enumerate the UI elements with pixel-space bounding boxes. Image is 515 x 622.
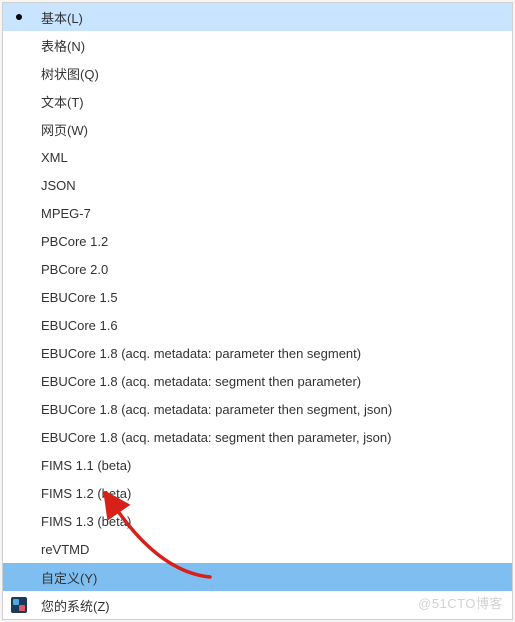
menu-item-label: PBCore 2.0	[35, 262, 108, 277]
system-icon	[3, 597, 35, 613]
menu-item-3[interactable]: 文本(T)	[3, 87, 512, 115]
menu-item-label: reVTMD	[35, 542, 89, 557]
menu-item-16[interactable]: FIMS 1.1 (beta)	[3, 451, 512, 479]
menu-item-17[interactable]: FIMS 1.2 (beta)	[3, 479, 512, 507]
menu-item-11[interactable]: EBUCore 1.6	[3, 311, 512, 339]
menu-item-9[interactable]: PBCore 2.0	[3, 255, 512, 283]
menu-item-label: 自定义(Y)	[35, 568, 97, 587]
menu-item-19[interactable]: reVTMD	[3, 535, 512, 563]
menu-item-label: EBUCore 1.5	[35, 290, 118, 305]
menu-item-18[interactable]: FIMS 1.3 (beta)	[3, 507, 512, 535]
menu-item-label: 表格(N)	[35, 36, 85, 55]
menu-item-5[interactable]: XML	[3, 143, 512, 171]
menu-item-2[interactable]: 树状图(Q)	[3, 59, 512, 87]
menu-item-label: JSON	[35, 178, 76, 193]
menu-item-20[interactable]: 自定义(Y)	[3, 563, 512, 591]
menu-item-10[interactable]: EBUCore 1.5	[3, 283, 512, 311]
menu-item-label: 您的系统(Z)	[35, 596, 110, 615]
menu-item-label: PBCore 1.2	[35, 234, 108, 249]
menu-item-label: FIMS 1.3 (beta)	[35, 514, 131, 529]
menu-item-0[interactable]: 基本(L)	[3, 3, 512, 31]
bullet-icon	[3, 14, 35, 20]
menu-item-label: MPEG-7	[35, 206, 91, 221]
menu-item-12[interactable]: EBUCore 1.8 (acq. metadata: parameter th…	[3, 339, 512, 367]
menu-item-label: EBUCore 1.6	[35, 318, 118, 333]
menu-item-label: EBUCore 1.8 (acq. metadata: parameter th…	[35, 402, 392, 417]
menu-item-6[interactable]: JSON	[3, 171, 512, 199]
menu-item-15[interactable]: EBUCore 1.8 (acq. metadata: segment then…	[3, 423, 512, 451]
menu-item-label: EBUCore 1.8 (acq. metadata: segment then…	[35, 430, 391, 445]
menu-item-8[interactable]: PBCore 1.2	[3, 227, 512, 255]
menu-item-21[interactable]: 您的系统(Z)	[3, 591, 512, 619]
menu-item-label: 树状图(Q)	[35, 64, 99, 83]
menu-item-label: XML	[35, 150, 68, 165]
menu-item-4[interactable]: 网页(W)	[3, 115, 512, 143]
dropdown-menu: 基本(L) 表格(N) 树状图(Q) 文本(T) 网页(W) XML JSON MPEG-7 P…	[2, 2, 513, 620]
menu-item-14[interactable]: EBUCore 1.8 (acq. metadata: parameter th…	[3, 395, 512, 423]
menu-item-label: FIMS 1.1 (beta)	[35, 458, 131, 473]
menu-item-label: 基本(L)	[35, 8, 83, 27]
menu-item-13[interactable]: EBUCore 1.8 (acq. metadata: segment then…	[3, 367, 512, 395]
menu-item-label: 网页(W)	[35, 120, 88, 139]
menu-item-1[interactable]: 表格(N)	[3, 31, 512, 59]
menu-item-label: EBUCore 1.8 (acq. metadata: parameter th…	[35, 346, 361, 361]
menu-item-label: 文本(T)	[35, 92, 84, 111]
menu-item-label: FIMS 1.2 (beta)	[35, 486, 131, 501]
menu-item-label: EBUCore 1.8 (acq. metadata: segment then…	[35, 374, 361, 389]
menu-item-7[interactable]: MPEG-7	[3, 199, 512, 227]
